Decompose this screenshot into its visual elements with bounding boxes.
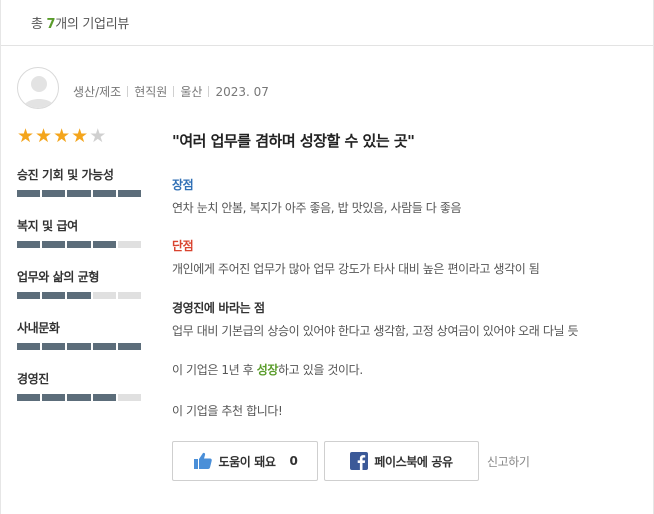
cons-heading: 단점: [172, 239, 194, 253]
category-score-bar: [17, 241, 142, 248]
meta-divider: [173, 86, 175, 97]
bar-segment-filled: [92, 394, 116, 401]
reviewer-location: 울산: [180, 85, 203, 99]
bar-segment-filled: [17, 190, 41, 197]
bar-segment-filled: [117, 190, 142, 197]
overall-rating-stars: ★★★★★: [17, 125, 107, 147]
bar-segment-filled: [42, 241, 66, 248]
bar-segment-empty: [92, 292, 116, 299]
bar-segment-filled: [67, 241, 91, 248]
growth-prediction: 이 기업은 1년 후 성장하고 있을 것이다.: [172, 361, 363, 378]
bar-segment-filled: [42, 343, 66, 350]
facebook-icon: [350, 452, 369, 470]
bar-segment-empty: [117, 394, 142, 401]
facebook-share-button[interactable]: 페이스북에 공유: [324, 441, 479, 481]
review-count-prefix: 총: [31, 17, 47, 32]
thumbs-up-icon: [193, 451, 213, 471]
review-count-header: 총 7개의 기업리뷰: [1, 0, 653, 46]
prediction-prefix: 이 기업은 1년 후: [172, 363, 257, 377]
category-label: 업무와 삶의 균형: [17, 270, 100, 284]
wish-heading: 경영진에 바라는 점: [172, 301, 265, 315]
review-count: 총 7개의 기업리뷰: [31, 13, 129, 32]
bar-segment-filled: [42, 394, 66, 401]
prediction-value: 성장: [256, 363, 279, 377]
bar-segment-filled: [42, 190, 66, 197]
recommendation: 이 기업을 추천 합니다!: [172, 404, 283, 418]
category-label: 사내문화: [17, 321, 60, 335]
category-rating: 복지 및 급여: [17, 217, 142, 248]
pros-heading: 장점: [172, 178, 194, 192]
pros-text: 연차 눈치 안봄, 복지가 아주 좋음, 밥 맛있음, 사람들 다 좋음: [172, 201, 462, 215]
category-label: 승진 기회 및 가능성: [17, 168, 114, 182]
prediction-suffix: 하고 있을 것이다.: [278, 363, 363, 377]
bar-segment-empty: [117, 241, 142, 248]
helpful-label: 도움이 돼요: [218, 454, 276, 469]
bar-segment-filled: [67, 190, 91, 197]
bar-segment-filled: [92, 190, 116, 197]
bar-segment-filled: [92, 343, 116, 350]
bar-segment-filled: [67, 394, 91, 401]
category-rating: 승진 기회 및 가능성: [17, 166, 142, 197]
category-score-bar: [17, 394, 142, 401]
category-score-bar: [17, 292, 142, 299]
bar-segment-filled: [42, 292, 66, 299]
meta-divider: [208, 86, 210, 97]
review-date: 2023. 07: [215, 85, 269, 99]
category-rating: 사내문화: [17, 319, 142, 350]
bar-segment-empty: [117, 292, 142, 299]
review-title: "여러 업무를 겸하며 성장할 수 있는 곳": [172, 132, 415, 150]
bar-segment-filled: [117, 343, 142, 350]
star-empty-icon: ★: [89, 125, 108, 147]
star-filled-icon: ★: [17, 125, 36, 147]
facebook-share-label: 페이스북에 공유: [374, 454, 453, 469]
bar-segment-filled: [17, 343, 41, 350]
bar-segment-filled: [17, 292, 41, 299]
bar-segment-filled: [92, 241, 116, 248]
meta-divider: [127, 86, 129, 97]
star-filled-icon: ★: [35, 125, 54, 147]
bar-segment-filled: [17, 394, 41, 401]
reviewer-status: 현직원: [134, 85, 168, 99]
helpful-button[interactable]: 도움이 돼요 0: [172, 441, 318, 481]
user-avatar-icon: [17, 67, 59, 109]
bar-segment-filled: [67, 292, 91, 299]
wish-text: 업무 대비 기본급의 상승이 있어야 한다고 생각함, 고정 상여금이 있어야 …: [172, 324, 579, 338]
category-rating: 업무와 삶의 균형: [17, 268, 142, 299]
reviewer-meta: 생산/제조 현직원 울산 2023. 07: [73, 83, 269, 100]
category-score-bar: [17, 190, 142, 197]
category-label: 경영진: [17, 372, 49, 386]
review-count-value: 7: [46, 17, 56, 32]
category-score-bar: [17, 343, 142, 350]
category-rating: 경영진: [17, 370, 142, 401]
report-link[interactable]: 신고하기: [487, 453, 530, 470]
helpful-count: 0: [289, 454, 298, 468]
review-count-suffix: 개의 기업리뷰: [55, 17, 130, 32]
category-label: 복지 및 급여: [17, 219, 78, 233]
bar-segment-filled: [67, 343, 91, 350]
star-filled-icon: ★: [53, 125, 72, 147]
bar-segment-filled: [17, 241, 41, 248]
cons-text: 개인에게 주어진 업무가 많아 업무 강도가 타사 대비 높은 편이라고 생각이…: [172, 262, 540, 276]
review-panel: 총 7개의 기업리뷰 생산/제조 현직원 울산 2023. 07 ★★★★★ 승진 기…: [0, 0, 654, 514]
star-filled-icon: ★: [71, 125, 90, 147]
reviewer-job: 생산/제조: [73, 85, 122, 99]
